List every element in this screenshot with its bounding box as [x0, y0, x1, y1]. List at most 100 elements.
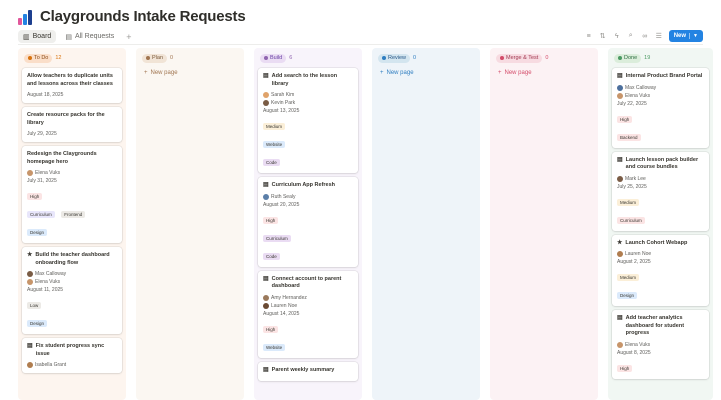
- card-title: Allow teachers to duplicate units and le…: [27, 73, 117, 88]
- search-icon[interactable]: ⌕: [627, 32, 635, 40]
- tag: Design: [27, 229, 48, 236]
- new-page-button[interactable]: + New page: [140, 68, 240, 78]
- card-date: July 22, 2025: [617, 100, 647, 107]
- avatar: [617, 175, 623, 182]
- column-review: Review 0 + New page: [372, 48, 480, 400]
- new-page-button[interactable]: + New page: [376, 68, 476, 78]
- card-assignee: Max Calloway: [617, 84, 704, 92]
- avatar: [617, 251, 623, 257]
- tag: Design: [27, 320, 48, 327]
- page-title: Claygrounds Intake Requests: [40, 8, 246, 25]
- card-assignee: Amy Hernandez: [263, 294, 353, 302]
- page-icon: ▤: [617, 73, 623, 79]
- assignee-name: Lauren Noe: [271, 302, 298, 309]
- card[interactable]: Create resource packs for the library Ju…: [22, 107, 122, 142]
- status-badge[interactable]: Merge & Test: [496, 53, 543, 63]
- tag: Backend: [617, 133, 641, 141]
- column-header: Review 0: [376, 52, 476, 64]
- plus-icon: +: [498, 70, 502, 76]
- status-badge[interactable]: Review: [378, 53, 411, 63]
- page-icon: ▤: [617, 315, 623, 321]
- sort-icon[interactable]: ⇅: [599, 32, 607, 40]
- tab-board[interactable]: ▥ Board: [18, 30, 57, 43]
- tag: Code: [263, 252, 280, 260]
- link-icon[interactable]: ∞: [641, 33, 649, 40]
- tag: Website: [263, 343, 286, 351]
- card-title: ▤ Fix student progress sync issue: [27, 343, 117, 358]
- new-page-button[interactable]: + New page: [494, 68, 594, 78]
- card-assignee: Isabella Grant: [27, 361, 117, 369]
- tab-all-requests[interactable]: ▤ All Requests: [60, 30, 119, 43]
- card-date: August 8, 2025: [617, 349, 651, 356]
- chevron-down-icon[interactable]: ▼: [689, 33, 698, 39]
- column-name: Build: [270, 55, 283, 61]
- card[interactable]: ▤ Internal Product Brand Portal Max Callo…: [612, 68, 709, 148]
- add-view-button[interactable]: +: [123, 32, 134, 42]
- table-icon: ▤: [65, 33, 72, 41]
- assignee-name: Ruth Sealy: [271, 193, 296, 200]
- tab-all-requests-label: All Requests: [74, 33, 115, 40]
- status-badge[interactable]: Done: [614, 53, 642, 63]
- status-badge[interactable]: Build: [260, 53, 287, 63]
- card[interactable]: ▤ Parent weekly summary: [258, 361, 358, 381]
- card-assignee: Sarah Kim: [263, 91, 353, 99]
- card-date: July 25, 2025: [617, 183, 647, 190]
- assignee-name: Mark Lee: [625, 175, 646, 182]
- card-assignee: Mark Lee: [617, 175, 704, 183]
- column-count: 6: [289, 55, 293, 61]
- card-title: ▤ Curriculum App Refresh: [263, 182, 353, 190]
- tag: Code: [263, 159, 280, 166]
- lightning-icon[interactable]: ϟ: [613, 33, 621, 40]
- plus-icon: +: [144, 70, 148, 76]
- card[interactable]: Redesign the Claygrounds homepage hero E…: [22, 146, 122, 243]
- tag: Design: [617, 292, 638, 299]
- new-button[interactable]: New ▼: [668, 30, 703, 42]
- card[interactable]: ▤ Add search to the lesson library Sarah …: [258, 68, 358, 173]
- card[interactable]: ▤ Curriculum App Refresh Ruth Sealy Augus…: [258, 177, 358, 267]
- avatar: [263, 294, 269, 301]
- card-tags: High Curriculum Frontend Design: [27, 185, 117, 239]
- card[interactable]: ▤ Launch lesson pack builder and course b…: [612, 151, 709, 231]
- card-assignee: Elena Vuks: [617, 92, 704, 100]
- tag: Medium: [263, 123, 286, 130]
- column-name: Done: [624, 55, 638, 61]
- column-header: Build 6: [258, 52, 358, 64]
- card-assignee: Kevin Park: [263, 99, 353, 107]
- card-date: August 13, 2025: [263, 108, 300, 114]
- card-assignee: Lauren Noe: [263, 302, 353, 310]
- avatar: [263, 92, 269, 98]
- column-header: Plan 0: [140, 52, 240, 64]
- card-title-text: Add teacher analytics dashboard for stud…: [625, 315, 685, 336]
- card-tags: Medium Design: [617, 266, 704, 302]
- tag: High: [263, 325, 279, 333]
- column-count: 0: [545, 55, 549, 61]
- status-dot-icon: [382, 56, 386, 60]
- assignee-name: Lauren Noe: [625, 251, 652, 257]
- card-title-text: Internal Product Brand Portal: [625, 73, 703, 79]
- avatar: [263, 193, 269, 200]
- card-title: Redesign the Claygrounds homepage hero: [27, 151, 117, 166]
- card[interactable]: ▤ Connect account to parent dashboard Amy…: [258, 270, 358, 358]
- card[interactable]: ▤ Fix student progress sync issue Isabell…: [22, 338, 122, 373]
- assignee-name: Max Calloway: [35, 271, 67, 277]
- card-assignee: Ruth Sealy: [263, 193, 353, 201]
- assignee-name: Kevin Park: [271, 100, 296, 106]
- card[interactable]: Allow teachers to duplicate units and le…: [22, 68, 122, 103]
- column-plan: Plan 0 + New page: [136, 48, 244, 400]
- status-dot-icon: [618, 56, 622, 60]
- card[interactable]: ★ Launch Cohort Webapp Lauren Noe August …: [612, 234, 709, 306]
- card-date: August 18, 2025: [27, 92, 64, 98]
- card-title: Create resource packs for the library: [27, 112, 117, 127]
- column-name: Review: [388, 55, 407, 61]
- card[interactable]: ▤ Add teacher analytics dashboard for stu…: [612, 310, 709, 379]
- status-badge[interactable]: To Do: [24, 53, 53, 63]
- sliders-icon[interactable]: ☰: [655, 32, 663, 40]
- card-tags: High Backend: [617, 108, 704, 144]
- card-assignee: Max Calloway: [27, 270, 117, 278]
- avatar: [27, 279, 33, 285]
- status-badge[interactable]: Plan: [142, 53, 168, 63]
- card-title: ▤ Connect account to parent dashboard: [263, 276, 353, 291]
- status-dot-icon: [146, 56, 150, 60]
- card[interactable]: ★ Build the teacher dashboard onboarding …: [22, 247, 122, 334]
- filter-icon[interactable]: ≡: [585, 33, 593, 40]
